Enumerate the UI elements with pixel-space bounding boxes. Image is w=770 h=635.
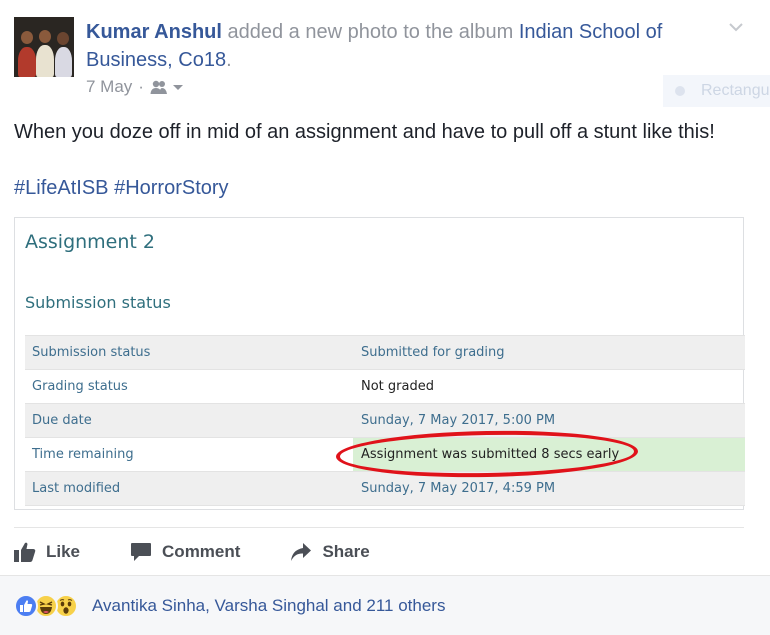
row-value: Sunday, 7 May 2017, 4:59 PM [353,472,745,505]
like-button[interactable]: Like [14,542,80,562]
like-reaction-icon [14,594,38,618]
row-label: Due date [25,404,353,437]
row-label: Grading status [32,379,128,394]
post-actions: Like Comment Share [14,536,420,568]
table-row: Due date Sunday, 7 May 2017, 5:00 PM [25,403,745,437]
assignment-title: Assignment 2 [25,231,155,253]
table-row: Grading status Not graded [25,369,745,403]
reactions-bar: Avantika Sinha, Varsha Singhal and 211 o… [0,575,770,635]
submission-status-heading: Submission status [25,293,171,312]
share-button[interactable]: Share [290,542,370,562]
like-label: Like [46,542,81,561]
post-action-text: added a new photo to the album [221,21,519,43]
post-date-link[interactable]: 7 May [86,77,132,97]
profile-avatar[interactable] [14,17,74,77]
ghost-overlay: Rectangu [663,75,770,107]
row-label: Time remaining [32,447,134,462]
meta-separator: · [138,77,144,96]
comment-label: Comment [162,542,241,561]
hashtag-link[interactable]: #LifeAtISB [14,177,109,199]
comment-bubble-icon [130,542,152,562]
actions-divider [14,527,744,528]
post-header: Kumar Anshul added a new photo to the al… [86,18,726,74]
share-label: Share [322,542,370,561]
post-meta: 7 May · [86,77,184,97]
row-label: Last modified [25,472,353,505]
comment-button[interactable]: Comment [130,542,240,562]
post-message: When you doze off in mid of an assignmen… [14,121,715,143]
row-label: Submission status [25,336,353,369]
post-hashtags: #LifeAtISB #HorrorStory [14,174,229,202]
share-arrow-icon [290,542,312,562]
facebook-post: Kumar Anshul added a new photo to the al… [0,0,770,635]
album-suffix: . [226,49,232,71]
post-photo[interactable]: Assignment 2 Submission status Submissio… [14,217,745,510]
row-value: Submitted for grading [353,336,745,369]
thumbs-up-icon [14,542,36,562]
row-value: Not graded [361,379,434,394]
submission-table: Submission status Submitted for grading … [25,335,745,506]
table-row: Submission status Submitted for grading [25,335,745,369]
hashtag-link[interactable]: #HorrorStory [114,177,228,199]
post-options-chevron-icon[interactable] [727,18,745,36]
actor-name-link[interactable]: Kumar Anshul [86,21,222,43]
friends-icon[interactable] [150,79,184,95]
reaction-summary-link[interactable]: Avantika Sinha, Varsha Singhal and 211 o… [92,596,445,616]
reaction-icons[interactable] [14,594,78,618]
table-row: Last modified Sunday, 7 May 2017, 4:59 P… [25,471,745,505]
